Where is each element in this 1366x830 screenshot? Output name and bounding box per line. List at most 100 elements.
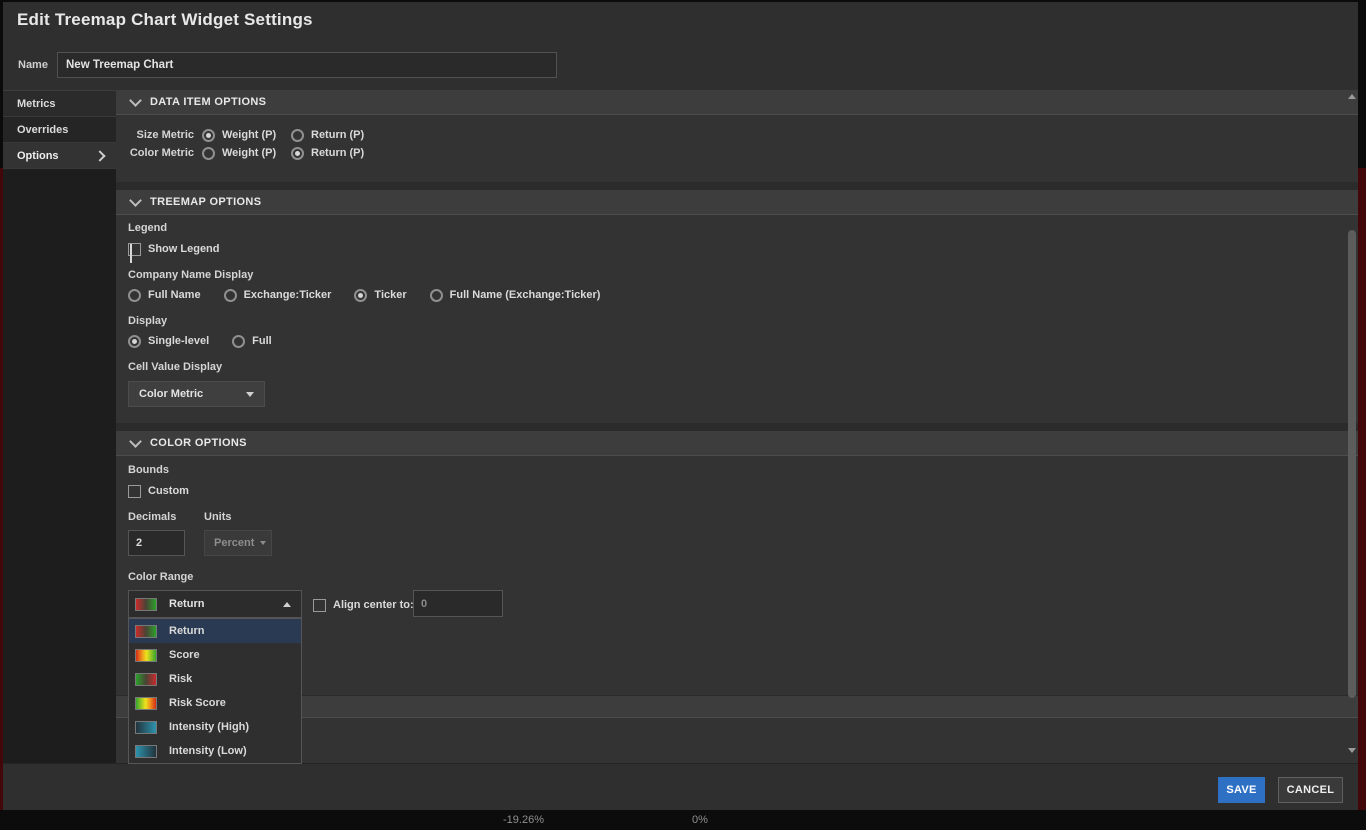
color-metric-row: Color Metric Weight (P) Return (P) (128, 145, 364, 161)
radio-icon (128, 334, 141, 348)
caret-up-icon (283, 601, 291, 607)
cell-value-display-label: Cell Value Display (128, 361, 223, 373)
radio-icon (291, 128, 304, 142)
gradient-swatch-score-icon (135, 648, 157, 662)
radio-label: Single-level (148, 335, 210, 347)
radio-size-return[interactable]: Return (P) (291, 128, 365, 142)
scrollbar-up-arrow-icon[interactable] (1348, 94, 1356, 99)
caret-down-icon (260, 541, 267, 545)
radio-icon (223, 288, 237, 302)
legend-min-value: -19.26% (503, 814, 544, 826)
color-range-dropdown-list: Return Score Risk Risk Score Intensity (… (128, 618, 302, 764)
radio-full-name-exchange-ticker[interactable]: Full Name (Exchange:Ticker) (429, 288, 601, 302)
checkbox-icon (313, 598, 326, 612)
dropdown-option-return[interactable]: Return (129, 619, 301, 643)
radio-color-weight[interactable]: Weight (P) (202, 146, 291, 160)
checkbox-align-center[interactable]: Align center to: (313, 598, 414, 612)
section-divider (116, 182, 1358, 190)
dropdown-option-score[interactable]: Score (129, 643, 301, 667)
radio-full-name[interactable]: Full Name (128, 288, 201, 302)
scrollbar-down-arrow-icon[interactable] (1348, 748, 1356, 753)
gradient-swatch-return-icon (135, 624, 157, 638)
radio-label: Full Name (Exchange:Ticker) (449, 289, 601, 301)
cell-value-display-dropdown[interactable]: Color Metric (128, 381, 265, 407)
dropdown-option-intensity-high[interactable]: Intensity (High) (129, 715, 301, 739)
settings-sidebar: Metrics Overrides Options (3, 90, 116, 763)
dialog-footer: SAVE CANCEL (3, 763, 1358, 810)
company-name-display-label: Company Name Display (128, 269, 254, 281)
option-label: Risk (169, 673, 193, 685)
caret-down-icon (246, 391, 254, 397)
radio-icon (202, 146, 215, 160)
radio-label: Weight (P) (222, 129, 277, 141)
background-treemap-legend: -19.26% 0% (0, 810, 1366, 830)
dropdown-option-intensity-low[interactable]: Intensity (Low) (129, 739, 301, 763)
edit-widget-settings-dialog: Edit Treemap Chart Widget Settings Name … (3, 2, 1358, 810)
legend-center-value: 0% (692, 814, 708, 826)
radio-icon (128, 288, 141, 302)
scrollbar-thumb[interactable] (1348, 230, 1356, 698)
checkbox-label: Show Legend (148, 243, 220, 255)
sidebar-item-overrides[interactable]: Overrides (3, 117, 116, 143)
radio-color-return[interactable]: Return (P) (291, 146, 364, 160)
name-label: Name (18, 59, 48, 71)
checkbox-label: Align center to: (333, 599, 414, 611)
sidebar-item-options[interactable]: Options (3, 143, 116, 169)
cancel-button[interactable]: CANCEL (1278, 777, 1343, 803)
chevron-right-icon (94, 150, 106, 162)
radio-label: Weight (P) (222, 147, 277, 159)
collapsed-section-header[interactable] (116, 695, 1358, 718)
checkbox-label: Custom (148, 485, 189, 497)
dropdown-option-risk-score[interactable]: Risk Score (129, 691, 301, 715)
option-label: Return (169, 625, 205, 637)
radio-single-level[interactable]: Single-level (128, 334, 210, 348)
section-title: DATA ITEM OPTIONS (150, 96, 267, 108)
gradient-swatch-intensity-low-icon (135, 744, 157, 758)
background-treemap-sliver-right (1358, 168, 1366, 812)
gradient-swatch-return-icon (135, 597, 157, 611)
chevron-down-icon (129, 93, 142, 107)
check-icon (130, 243, 132, 263)
checkbox-custom-bounds[interactable]: Custom (128, 484, 189, 498)
chevron-down-icon (129, 193, 142, 207)
radio-full[interactable]: Full (232, 334, 272, 348)
sidebar-item-label: Overrides (17, 123, 69, 136)
gradient-swatch-risk-icon (135, 672, 157, 686)
radio-icon (291, 146, 304, 160)
decimals-input[interactable] (128, 530, 185, 556)
align-center-input[interactable] (413, 590, 503, 617)
bounds-group-label: Bounds (128, 464, 169, 476)
section-title: TREEMAP OPTIONS (150, 196, 262, 208)
radio-size-weight[interactable]: Weight (P) (202, 128, 291, 142)
sidebar-item-metrics[interactable]: Metrics (3, 91, 116, 117)
radio-ticker[interactable]: Ticker (354, 288, 407, 302)
dialog-header: Edit Treemap Chart Widget Settings Name (3, 2, 1358, 90)
section-divider (116, 423, 1358, 431)
radio-label: Exchange:Ticker (243, 289, 332, 301)
units-dropdown-disabled[interactable]: Percent (204, 530, 272, 556)
dropdown-selected-value: Percent (214, 537, 255, 549)
save-button[interactable]: SAVE (1218, 777, 1265, 803)
radio-exchange-ticker[interactable]: Exchange:Ticker (223, 288, 332, 302)
option-label: Risk Score (169, 697, 226, 709)
bounds-custom-row: Custom (128, 483, 189, 499)
radio-label: Full (252, 335, 272, 347)
units-label: Units (204, 511, 232, 523)
section-header-color-options[interactable]: COLOR OPTIONS (116, 431, 1358, 456)
section-header-data-item-options[interactable]: DATA ITEM OPTIONS (116, 90, 1358, 115)
name-input[interactable] (57, 52, 557, 78)
dialog-title: Edit Treemap Chart Widget Settings (17, 10, 313, 29)
screen: -19.26% 0% Edit Treemap Chart Widget Set… (0, 0, 1366, 830)
radio-label: Return (P) (311, 129, 365, 141)
option-label: Intensity (High) (169, 721, 250, 733)
section-header-treemap-options[interactable]: TREEMAP OPTIONS (116, 190, 1358, 215)
dropdown-selected-value: Color Metric (139, 388, 204, 400)
color-range-label: Color Range (128, 571, 194, 583)
display-group-label: Display (128, 315, 168, 327)
radio-label: Full Name (148, 289, 201, 301)
align-center-row: Align center to: (313, 597, 414, 613)
decimals-label: Decimals (128, 511, 177, 523)
color-range-dropdown[interactable]: Return (128, 590, 302, 618)
checkbox-show-legend[interactable]: Show Legend (128, 242, 220, 263)
dropdown-option-risk[interactable]: Risk (129, 667, 301, 691)
